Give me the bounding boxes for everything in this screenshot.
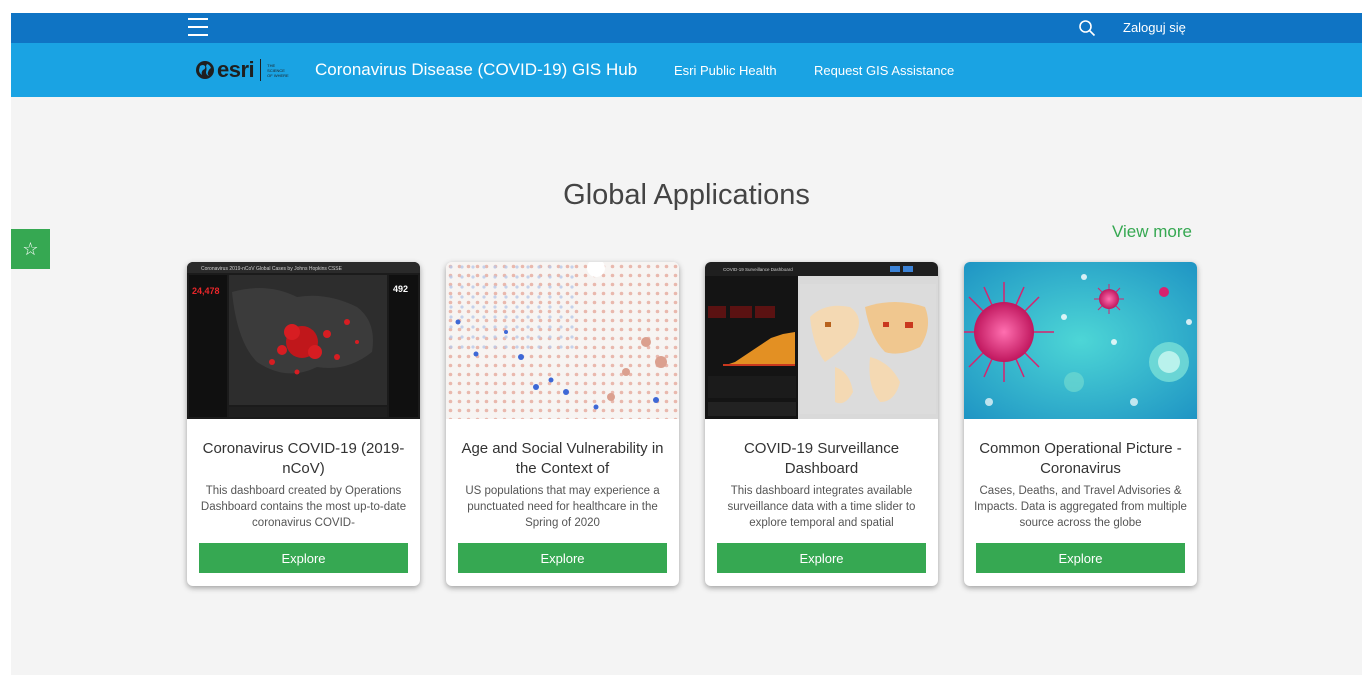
thumb-stat-right: 492 bbox=[393, 284, 408, 294]
esri-logo[interactable]: esri THE SCIENCE OF WHERE bbox=[195, 57, 289, 83]
card-description: This dashboard created by Operations Das… bbox=[200, 485, 407, 529]
card-thumbnail[interactable]: Coronavirus 2019-nCoV Global Cases by Jo… bbox=[187, 262, 420, 419]
app-card[interactable]: Age and Social Vulnerability in the Cont… bbox=[446, 262, 679, 586]
page: Zaloguj się esri THE SCIENCE OF WHERE Co… bbox=[0, 0, 1362, 675]
card-description: This dashboard integrates available surv… bbox=[727, 485, 916, 529]
card-title[interactable]: Coronavirus COVID-19 (2019-nCoV) bbox=[197, 439, 410, 479]
star-icon: ☆ bbox=[22, 238, 39, 259]
nav-link-request-gis-assistance[interactable]: Request GIS Assistance bbox=[814, 63, 954, 78]
app-card[interactable]: Common Operational Picture - Coronavirus… bbox=[964, 262, 1197, 586]
card-thumbnail[interactable] bbox=[964, 262, 1197, 419]
logo-tagline: THE SCIENCE OF WHERE bbox=[267, 62, 289, 78]
explore-button[interactable]: Explore bbox=[199, 543, 408, 573]
explore-button[interactable]: Explore bbox=[717, 543, 926, 573]
sign-in-link[interactable]: Zaloguj się bbox=[1123, 20, 1186, 35]
card-description: US populations that may experience a pun… bbox=[465, 485, 660, 529]
nav-link-esri-public-health[interactable]: Esri Public Health bbox=[674, 63, 777, 78]
site-header: esri THE SCIENCE OF WHERE Coronavirus Di… bbox=[11, 43, 1362, 97]
site-title[interactable]: Coronavirus Disease (COVID-19) GIS Hub bbox=[315, 60, 637, 80]
top-bar: Zaloguj się bbox=[11, 13, 1362, 43]
hamburger-menu-icon[interactable] bbox=[188, 18, 208, 36]
explore-button[interactable]: Explore bbox=[976, 543, 1185, 573]
card-title[interactable]: Age and Social Vulnerability in the Cont… bbox=[456, 439, 669, 479]
site-frame: Zaloguj się esri THE SCIENCE OF WHERE Co… bbox=[11, 13, 1362, 675]
thumb-caption: COVID-19 Surveillance Dashboard bbox=[723, 267, 793, 272]
card-title[interactable]: COVID-19 Surveillance Dashboard bbox=[715, 439, 928, 479]
card-description: Cases, Deaths, and Travel Advisories & I… bbox=[974, 485, 1187, 529]
section-title: Global Applications bbox=[563, 179, 810, 211]
card-title[interactable]: Common Operational Picture - Coronavirus bbox=[974, 439, 1187, 479]
thumb-stat: 24,478 bbox=[192, 286, 220, 296]
favorite-button[interactable]: ☆ bbox=[11, 229, 50, 269]
logo-text: esri bbox=[217, 57, 255, 82]
globe-icon bbox=[196, 61, 214, 79]
card-thumbnail[interactable] bbox=[446, 262, 679, 419]
app-card[interactable]: Coronavirus 2019-nCoV Global Cases by Jo… bbox=[187, 262, 420, 586]
app-card[interactable]: COVID-19 Surveillance Dashboard COVID-19… bbox=[705, 262, 938, 586]
explore-button[interactable]: Explore bbox=[458, 543, 667, 573]
search-icon[interactable] bbox=[1078, 19, 1096, 37]
view-more-link[interactable]: View more bbox=[1112, 222, 1192, 242]
logo-divider bbox=[260, 59, 262, 81]
card-thumbnail[interactable]: COVID-19 Surveillance Dashboard bbox=[705, 262, 938, 419]
thumb-caption: Coronavirus 2019-nCoV Global Cases by Jo… bbox=[201, 266, 343, 272]
